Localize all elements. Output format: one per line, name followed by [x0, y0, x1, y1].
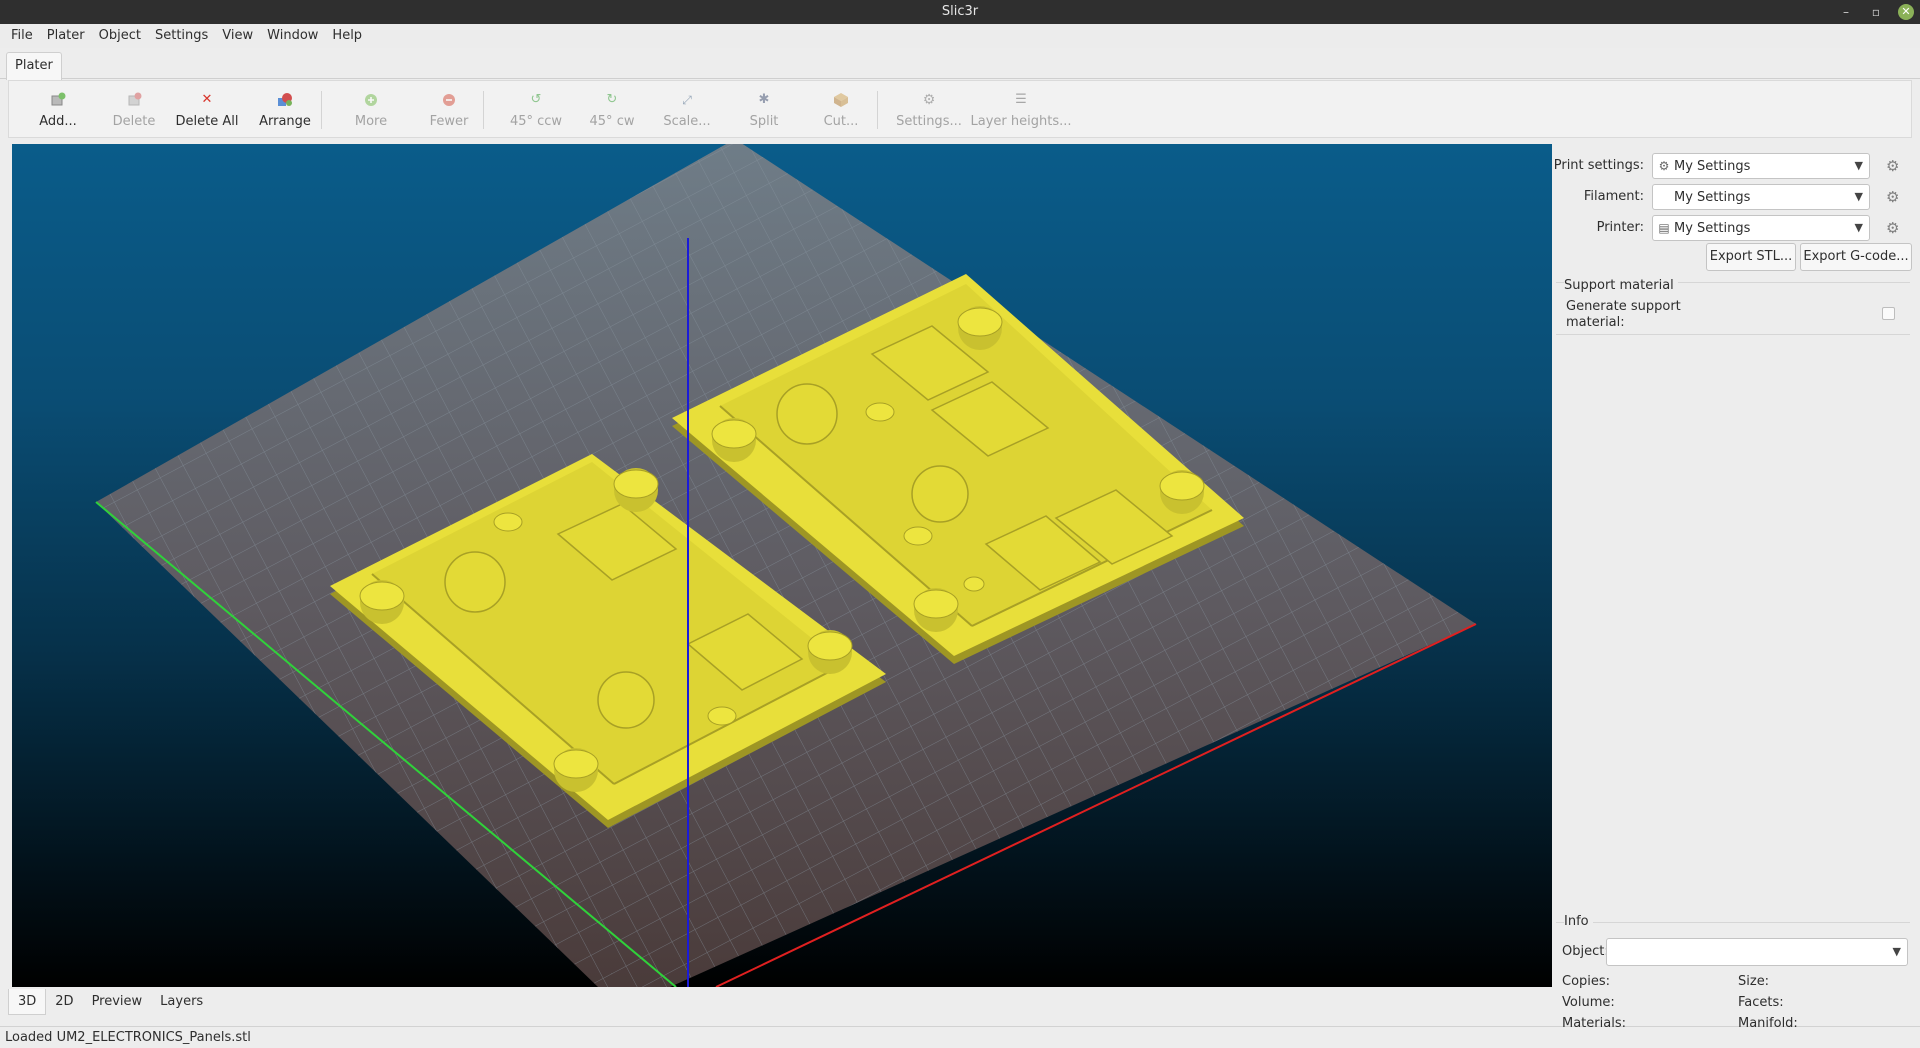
- gear-icon: ⚙: [922, 91, 936, 108]
- restore-icon[interactable]: ▫: [1868, 0, 1884, 24]
- filament-label: Filament:: [1583, 189, 1644, 204]
- 3d-scene[interactable]: [12, 144, 1552, 987]
- plus-circle-icon: [363, 92, 379, 108]
- minimize-icon[interactable]: –: [1838, 0, 1854, 24]
- view-tabs: 3D 2D Preview Layers: [8, 989, 212, 1015]
- toolbar-separator: [483, 91, 484, 129]
- printer-gear-icon[interactable]: ⚙: [1886, 220, 1899, 236]
- print-settings-row: Print settings: ⚙ My Settings ▼ ⚙: [1553, 152, 1916, 180]
- menu-plater[interactable]: Plater: [40, 24, 92, 48]
- facets-label: Facets:: [1738, 995, 1784, 1010]
- rotate-ccw-icon: ↺: [530, 91, 542, 107]
- chevron-down-icon: ▼: [1892, 945, 1901, 958]
- generate-support-checkbox[interactable]: [1882, 307, 1895, 320]
- close-icon[interactable]: ✕: [1898, 4, 1914, 20]
- add-button[interactable]: Add...: [33, 81, 83, 139]
- minus-circle-icon: [441, 92, 457, 108]
- layers-icon: ☰: [1015, 91, 1027, 107]
- arrange-icon: [277, 92, 293, 108]
- delete-button[interactable]: Delete: [109, 81, 159, 139]
- menu-bar: File Plater Object Settings View Window …: [0, 24, 1920, 48]
- info-group: Info Object: ▼ Copies: Size: Volume: Fac…: [1556, 914, 1916, 1031]
- tab-3d[interactable]: 3D: [8, 989, 47, 1015]
- split-button[interactable]: ✱ Split: [735, 81, 793, 139]
- plater-toolbar: Add... Delete ✕ Delete All Arrange More …: [8, 80, 1912, 138]
- delete-all-button[interactable]: ✕ Delete All: [169, 81, 245, 139]
- printer-label: Printer:: [1596, 220, 1644, 235]
- menu-file[interactable]: File: [4, 24, 40, 48]
- tab-strip: Plater: [0, 50, 1920, 80]
- cut-icon: [833, 92, 849, 108]
- chevron-down-icon: ▼: [1854, 190, 1863, 203]
- delete-all-icon: ✕: [201, 91, 213, 107]
- filament-select[interactable]: ■ My Settings ▼: [1652, 184, 1870, 210]
- window-title: Slic3r: [941, 4, 979, 19]
- menu-object[interactable]: Object: [92, 24, 148, 48]
- manifold-label: Manifold:: [1738, 1016, 1798, 1031]
- status-text: Loaded UM2_ELECTRONICS_Panels.stl: [5, 1030, 251, 1045]
- chevron-down-icon: ▼: [1854, 159, 1863, 172]
- tab-2d[interactable]: 2D: [46, 989, 82, 1015]
- fewer-button[interactable]: Fewer: [419, 81, 479, 139]
- object-settings-button[interactable]: ⚙ Settings...: [889, 81, 969, 139]
- toolbar-separator: [321, 91, 322, 129]
- size-label: Size:: [1738, 974, 1770, 989]
- toolbar-separator: [877, 91, 878, 129]
- copies-label: Copies:: [1562, 974, 1611, 989]
- cog-icon: ⚙: [1658, 159, 1670, 173]
- printer-icon: ▤: [1658, 221, 1670, 235]
- window-controls: – ▫ ✕: [1838, 0, 1914, 24]
- scale-button[interactable]: ⤢ Scale...: [655, 81, 719, 139]
- settings-panel: Print settings: ⚙ My Settings ▼ ⚙ Filame…: [1553, 144, 1916, 1031]
- rotate-ccw-button[interactable]: ↺ 45° ccw: [501, 81, 571, 139]
- chevron-down-icon: ▼: [1854, 221, 1863, 234]
- generate-support-label: Generate support material:: [1566, 299, 1681, 330]
- print-settings-gear-icon[interactable]: ⚙: [1886, 158, 1899, 174]
- support-material-heading: Support material: [1564, 278, 1678, 293]
- tab-layers[interactable]: Layers: [151, 989, 212, 1015]
- info-divider: [1556, 922, 1910, 923]
- status-bar: Loaded UM2_ELECTRONICS_Panels.stl: [0, 1026, 1920, 1048]
- menu-window[interactable]: Window: [260, 24, 325, 48]
- add-icon: [50, 92, 66, 108]
- print-bed-grid: [96, 144, 1476, 987]
- delete-icon: [126, 92, 142, 108]
- print-settings-select[interactable]: ⚙ My Settings ▼: [1652, 153, 1870, 179]
- 3d-viewport[interactable]: [12, 144, 1552, 987]
- materials-label: Materials:: [1562, 1016, 1626, 1031]
- info-heading: Info: [1564, 914, 1593, 929]
- print-settings-label: Print settings:: [1553, 158, 1644, 173]
- export-stl-button[interactable]: Export STL...: [1706, 243, 1796, 271]
- filament-gear-icon[interactable]: ⚙: [1886, 189, 1899, 205]
- menu-settings[interactable]: Settings: [148, 24, 215, 48]
- rotate-cw-button[interactable]: ↻ 45° cw: [579, 81, 645, 139]
- printer-row: Printer: ▤ My Settings ▼ ⚙: [1556, 214, 1916, 242]
- title-bar: Slic3r – ▫ ✕: [0, 0, 1920, 24]
- split-icon: ✱: [758, 91, 770, 107]
- tab-preview[interactable]: Preview: [83, 989, 152, 1015]
- tab-plater[interactable]: Plater: [6, 52, 62, 80]
- menu-help[interactable]: Help: [325, 24, 369, 48]
- arrange-button[interactable]: Arrange: [249, 81, 321, 139]
- menu-view[interactable]: View: [215, 24, 260, 48]
- more-button[interactable]: More: [341, 81, 401, 139]
- filament-swatch-icon: ■: [1656, 190, 1672, 204]
- filament-row: Filament: ■ My Settings ▼ ⚙: [1556, 183, 1916, 211]
- object-select[interactable]: ▼: [1606, 938, 1908, 966]
- scale-icon: ⤢: [682, 92, 692, 107]
- layer-heights-button[interactable]: ☰ Layer heights...: [969, 81, 1073, 139]
- cut-button[interactable]: Cut...: [809, 81, 873, 139]
- support-group-bottom: [1556, 334, 1910, 335]
- printer-select[interactable]: ▤ My Settings ▼: [1652, 215, 1870, 241]
- object-label: Object:: [1562, 944, 1609, 959]
- rotate-cw-icon: ↻: [606, 91, 618, 107]
- volume-label: Volume:: [1562, 995, 1615, 1010]
- export-gcode-button[interactable]: Export G-code...: [1800, 243, 1912, 271]
